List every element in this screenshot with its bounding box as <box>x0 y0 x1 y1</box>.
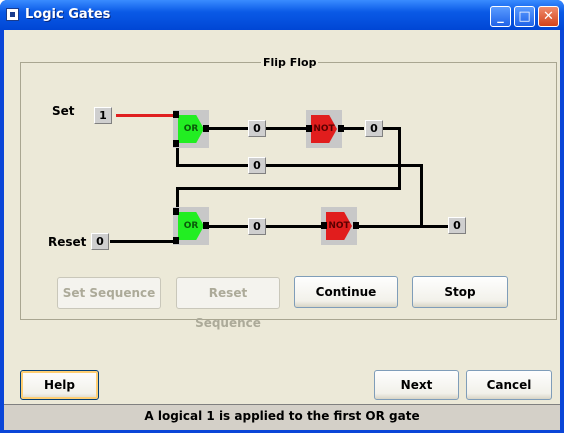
or1-out-wire-a <box>208 127 250 130</box>
flip-flop-output-value: 0 <box>448 217 466 234</box>
or-gate-2-input-b <box>173 237 179 244</box>
minimize-button[interactable]: _ <box>490 6 511 27</box>
not-gate-1-input <box>306 125 312 132</box>
set-label: Set <box>52 104 75 118</box>
not-gate-2: NOT <box>321 207 359 245</box>
cancel-button[interactable]: Cancel <box>466 370 552 400</box>
or-gate-1-input-a <box>173 111 179 118</box>
or2-out-wire-b <box>266 225 324 228</box>
or1-out-wire-b <box>266 127 306 130</box>
title-bar[interactable]: Logic Gates _ □ ✕ <box>0 0 564 30</box>
not-gate-1: NOT <box>306 110 344 148</box>
window-title: Logic Gates <box>25 7 111 22</box>
or-gate-1: OR <box>173 110 209 148</box>
reset-wire <box>110 240 176 243</box>
set-value: 1 <box>94 107 112 124</box>
not-gate-2-input <box>321 222 327 229</box>
status-message: A logical 1 is applied to the first OR g… <box>144 409 420 423</box>
status-bar: A logical 1 is applied to the first OR g… <box>4 404 560 430</box>
set-wire <box>116 114 176 117</box>
not-gate-1-body: NOT <box>311 115 337 143</box>
not-gate-2-output <box>353 222 359 229</box>
cross-wire-lower <box>176 187 401 190</box>
not1-out-wire-a <box>344 127 364 130</box>
feedback-up-wire <box>420 164 423 226</box>
or-gate-1-body: OR <box>178 115 204 143</box>
not-gate-2-body: NOT <box>326 212 352 240</box>
reset-sequence-button[interactable]: Reset Sequence <box>176 277 280 330</box>
or-gate-1-input-b <box>173 140 179 147</box>
or-gate-2: OR <box>173 207 209 245</box>
or-gate-2-body: OR <box>178 212 204 240</box>
feedback-value: 0 <box>248 157 266 174</box>
next-button[interactable]: Next <box>374 370 459 400</box>
not1-down-wire <box>398 127 401 189</box>
reset-label: Reset <box>48 235 87 249</box>
or-gate-2-output <box>203 222 209 229</box>
or2-out-wire-a <box>208 225 250 228</box>
frame-title: Flip Flop <box>261 56 319 69</box>
not2-out-wire <box>358 225 448 228</box>
feedback-wire-b <box>266 164 422 167</box>
or2-output-value: 0 <box>248 218 266 235</box>
close-button[interactable]: ✕ <box>538 6 559 27</box>
not1-output-value: 0 <box>365 120 383 137</box>
continue-button[interactable]: Continue <box>294 276 398 308</box>
maximize-button[interactable]: □ <box>514 6 535 27</box>
or-gate-2-input-a <box>173 208 179 215</box>
not-gate-1-output <box>338 125 344 132</box>
reset-value: 0 <box>91 233 109 250</box>
or-gate-1-output <box>203 125 209 132</box>
stop-button[interactable]: Stop <box>412 276 508 308</box>
help-button[interactable]: Help <box>20 370 99 400</box>
or1-output-value: 0 <box>248 120 266 137</box>
set-sequence-button[interactable]: Set Sequence <box>57 277 161 309</box>
feedback-wire-a <box>176 164 248 167</box>
app-icon <box>6 8 19 21</box>
